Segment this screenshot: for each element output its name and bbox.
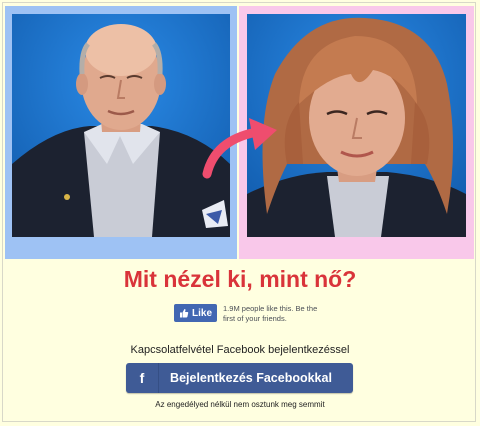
facebook-icon: f: [126, 363, 159, 393]
photo-comparison: [5, 6, 474, 259]
original-photo: [12, 14, 230, 237]
like-button[interactable]: Like: [174, 304, 218, 322]
facebook-login-button-label: Bejelentkezés Facebookkal: [170, 371, 332, 385]
facebook-login-button[interactable]: f Bejelentkezés Facebookkal: [126, 363, 353, 393]
login-label: Kapcsolatfelvétel Facebook bejelentkezés…: [130, 344, 350, 356]
like-button-label: Like: [192, 307, 213, 319]
like-count-text: 1.9M people like this. Be the first of y…: [223, 304, 318, 323]
thumbs-up-icon: [180, 308, 189, 318]
arrow-icon: [202, 118, 277, 179]
privacy-disclaimer: Az engedélyed nélkül nem osztunk meg sem…: [155, 400, 325, 409]
facebook-like-widget: Like 1.9M people like this. Be the first…: [174, 304, 323, 324]
page-title: Mit nézel ki, mint nő?: [123, 266, 357, 292]
